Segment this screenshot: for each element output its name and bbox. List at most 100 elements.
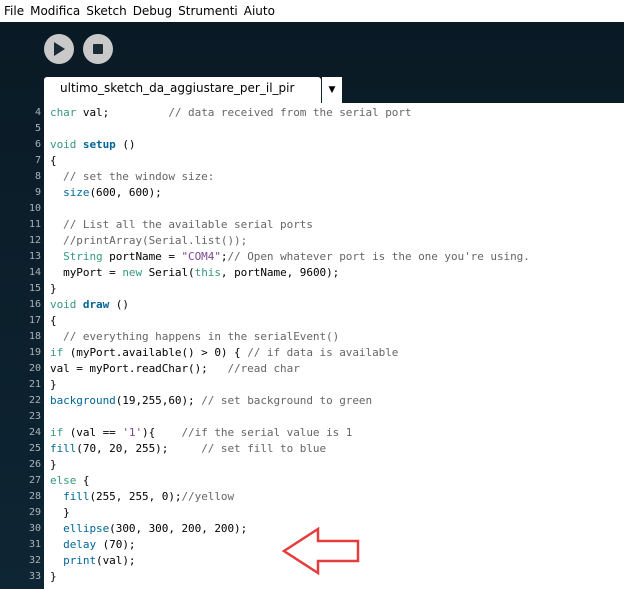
code-line: delay (70); <box>50 538 135 551</box>
code-token: val = myPort.readChar(); <box>50 362 228 375</box>
code-token: portName = <box>102 250 182 263</box>
code-token: // List all the available serial ports <box>63 218 313 231</box>
code-token: (val == <box>63 426 123 439</box>
stop-button[interactable] <box>83 34 113 64</box>
code-token: //if the serial value is 1 <box>181 426 353 439</box>
code-line: background(19,255,60); // set background… <box>50 394 372 407</box>
code-line: // set the window size: <box>50 170 214 183</box>
code-editor[interactable]: char val; // data received from the seri… <box>44 103 624 589</box>
code-token: (255, 255, 0); <box>89 490 182 503</box>
tab-menu-button[interactable]: ▼ <box>321 77 342 103</box>
menu-sketch[interactable]: Sketch <box>83 0 129 22</box>
code-token: if <box>50 426 64 439</box>
code-token: String <box>63 250 103 263</box>
code-line: // everything happens in the serialEvent… <box>50 330 339 343</box>
code-line: { <box>50 314 57 327</box>
code-token: } <box>50 570 57 583</box>
code-token: '1' <box>122 426 143 439</box>
code-token: myPort = <box>50 266 123 279</box>
run-button[interactable] <box>44 34 74 64</box>
code-token: // set the window size: <box>63 170 215 183</box>
line-number: 17 <box>28 315 41 326</box>
code-token: } <box>50 506 70 519</box>
code-token: void <box>50 298 77 311</box>
code-token: (myPort.available() > 0) { <box>63 346 248 359</box>
code-line: val = myPort.readChar(); //read char <box>50 362 300 375</box>
code-line: } <box>50 506 70 519</box>
menu-modifica[interactable]: Modifica <box>27 0 83 22</box>
code-token: , portName, 9600); <box>220 266 340 279</box>
code-line: else { <box>50 474 90 487</box>
code-token: { <box>76 474 90 487</box>
play-icon <box>54 42 65 56</box>
code-line: if (myPort.available() > 0) { // if data… <box>50 346 398 359</box>
line-number: 6 <box>34 139 41 150</box>
code-line: void setup () <box>50 138 136 151</box>
code-token: else <box>50 474 77 487</box>
code-token: this <box>194 266 221 279</box>
line-number: 8 <box>34 171 41 182</box>
dropdown-arrow-icon: ▼ <box>328 85 336 95</box>
line-number: 9 <box>34 187 41 198</box>
code-line: void draw () <box>50 298 129 311</box>
line-number: 30 <box>28 523 41 534</box>
code-token: } <box>50 458 57 471</box>
line-number: 18 <box>28 331 41 342</box>
code-token: //printArray(Serial.list()); <box>63 234 248 247</box>
code-token: (70, 20, 255); <box>76 442 202 455</box>
line-number-gutter: 4 5 6 7 8 9 10 11 12 13 14 15 16 17 18 19 20 21 22 23 24 25 26… <box>0 103 44 589</box>
line-number: 23 <box>28 411 41 422</box>
code-line: } <box>50 378 57 391</box>
code-token: background <box>50 394 116 407</box>
code-token: } <box>50 378 57 391</box>
line-number: 33 <box>28 571 41 582</box>
code-token: //read char <box>227 362 300 375</box>
code-line: //printArray(Serial.list()); <box>50 234 247 247</box>
code-token: // everything happens in the serialEvent… <box>63 330 340 343</box>
line-number: 20 <box>28 363 41 374</box>
line-number: 12 <box>28 235 41 246</box>
code-line: { <box>50 154 57 167</box>
code-line: char val; // data received from the seri… <box>50 106 412 119</box>
code-token: val; <box>76 106 169 119</box>
code-token: ellipse <box>63 522 110 535</box>
tab-sketch[interactable]: ultimo_sketch_da_aggiustare_per_il_pir <box>44 77 321 103</box>
code-token: (val); <box>96 554 136 567</box>
line-number: 15 <box>28 283 41 294</box>
line-number: 32 <box>28 555 41 566</box>
code-line: print(val); <box>50 554 135 567</box>
code-token: size <box>63 186 90 199</box>
code-line: } <box>50 570 57 583</box>
line-number: 24 <box>28 427 41 438</box>
menu-strumenti[interactable]: Strumenti <box>175 0 241 22</box>
code-token: // if data is available <box>247 346 399 359</box>
line-number: 13 <box>28 251 41 262</box>
line-number: 26 <box>28 459 41 470</box>
line-number: 11 <box>28 219 41 230</box>
line-number: 4 <box>34 107 41 118</box>
code-token: // set fill to blue <box>201 442 327 455</box>
code-token: (600, 600); <box>89 186 162 199</box>
code-token: ){ <box>142 426 182 439</box>
line-number: 16 <box>28 299 41 310</box>
code-line: // List all the available serial ports <box>50 218 313 231</box>
menu-aiuto[interactable]: Aiuto <box>241 0 278 22</box>
code-token: // data received from the serial port <box>168 106 412 119</box>
line-number: 27 <box>28 475 41 486</box>
code-token: fill <box>63 490 90 503</box>
line-number: 19 <box>28 347 41 358</box>
left-arrow-icon <box>282 527 360 575</box>
menu-file[interactable]: File <box>0 0 27 22</box>
code-token: void <box>50 138 77 151</box>
menu-debug[interactable]: Debug <box>130 0 175 22</box>
line-number: 29 <box>28 507 41 518</box>
code-token: { <box>50 314 57 327</box>
line-number: 10 <box>28 203 41 214</box>
